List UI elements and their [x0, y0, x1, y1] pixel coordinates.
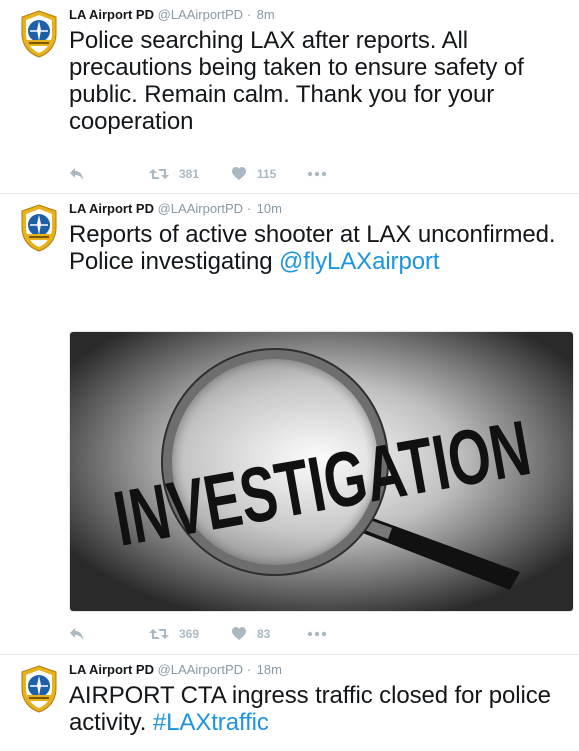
- police-badge-avatar[interactable]: [19, 204, 59, 252]
- separator-dot: ·: [246, 201, 252, 216]
- more-button[interactable]: [307, 164, 327, 184]
- tweet-text: Police searching LAX after reports. All …: [69, 27, 524, 135]
- more-icon: [307, 171, 327, 177]
- tweet-text: AIRPORT CTA ingress traffic closed for p…: [69, 682, 579, 736]
- retweet-button[interactable]: 369: [149, 624, 199, 644]
- police-badge-avatar[interactable]: [19, 10, 59, 58]
- heart-icon: [231, 166, 247, 182]
- investigation-image: INVESTIGATION: [70, 332, 573, 611]
- author-handle[interactable]: @LAAirportPD: [158, 7, 243, 22]
- like-button[interactable]: 83: [231, 624, 270, 644]
- author-name[interactable]: LA Airport PD: [69, 7, 154, 22]
- tweet-text-body: AIRPORT CTA ingress traffic closed for p…: [69, 682, 551, 736]
- author-name[interactable]: LA Airport PD: [69, 201, 154, 216]
- reply-icon: [69, 626, 85, 642]
- like-count: 83: [257, 627, 271, 641]
- tweet-1[interactable]: LA Airport PD @LAAirportPD · 8m Police s…: [0, 0, 579, 194]
- reply-icon: [69, 166, 85, 182]
- separator-dot: ·: [246, 662, 252, 677]
- like-button[interactable]: 115: [231, 164, 276, 184]
- tweet-actions: 381 115: [69, 164, 369, 184]
- mention-link[interactable]: @flyLAXairport: [279, 248, 439, 275]
- tweet-2[interactable]: LA Airport PD @LAAirportPD · 10m Reports…: [0, 194, 579, 655]
- police-badge-avatar[interactable]: [19, 665, 59, 713]
- reply-button[interactable]: [69, 624, 85, 644]
- author-name[interactable]: LA Airport PD: [69, 662, 154, 677]
- retweet-count: 381: [179, 167, 200, 181]
- tweet-text: Reports of active shooter at LAX unconfi…: [69, 221, 579, 275]
- heart-icon: [231, 626, 247, 642]
- author-handle[interactable]: @LAAirportPD: [158, 662, 243, 677]
- reply-button[interactable]: [69, 164, 85, 184]
- tweet-timestamp[interactable]: 8m: [257, 7, 275, 22]
- like-count: 115: [257, 167, 277, 181]
- tweet-header: LA Airport PD @LAAirportPD · 8m: [69, 7, 275, 22]
- tweet-header: LA Airport PD @LAAirportPD · 10m: [69, 201, 282, 216]
- retweet-count: 369: [179, 627, 200, 641]
- tweet-header: LA Airport PD @LAAirportPD · 18m: [69, 662, 282, 677]
- tweet-timestamp[interactable]: 10m: [257, 201, 282, 216]
- tweet-image[interactable]: INVESTIGATION: [69, 331, 574, 612]
- retweet-button[interactable]: 381: [149, 164, 199, 184]
- author-handle[interactable]: @LAAirportPD: [158, 201, 243, 216]
- separator-dot: ·: [246, 7, 252, 22]
- more-button[interactable]: [307, 624, 327, 644]
- tweet-3[interactable]: LA Airport PD @LAAirportPD · 18m AIRPORT…: [0, 655, 579, 751]
- retweet-icon: [149, 166, 169, 182]
- hashtag-link[interactable]: #LAXtraffic: [153, 709, 269, 736]
- tweet-timestamp[interactable]: 18m: [257, 662, 282, 677]
- tweet-actions: 369 83: [69, 624, 369, 644]
- more-icon: [307, 631, 327, 637]
- retweet-icon: [149, 626, 169, 642]
